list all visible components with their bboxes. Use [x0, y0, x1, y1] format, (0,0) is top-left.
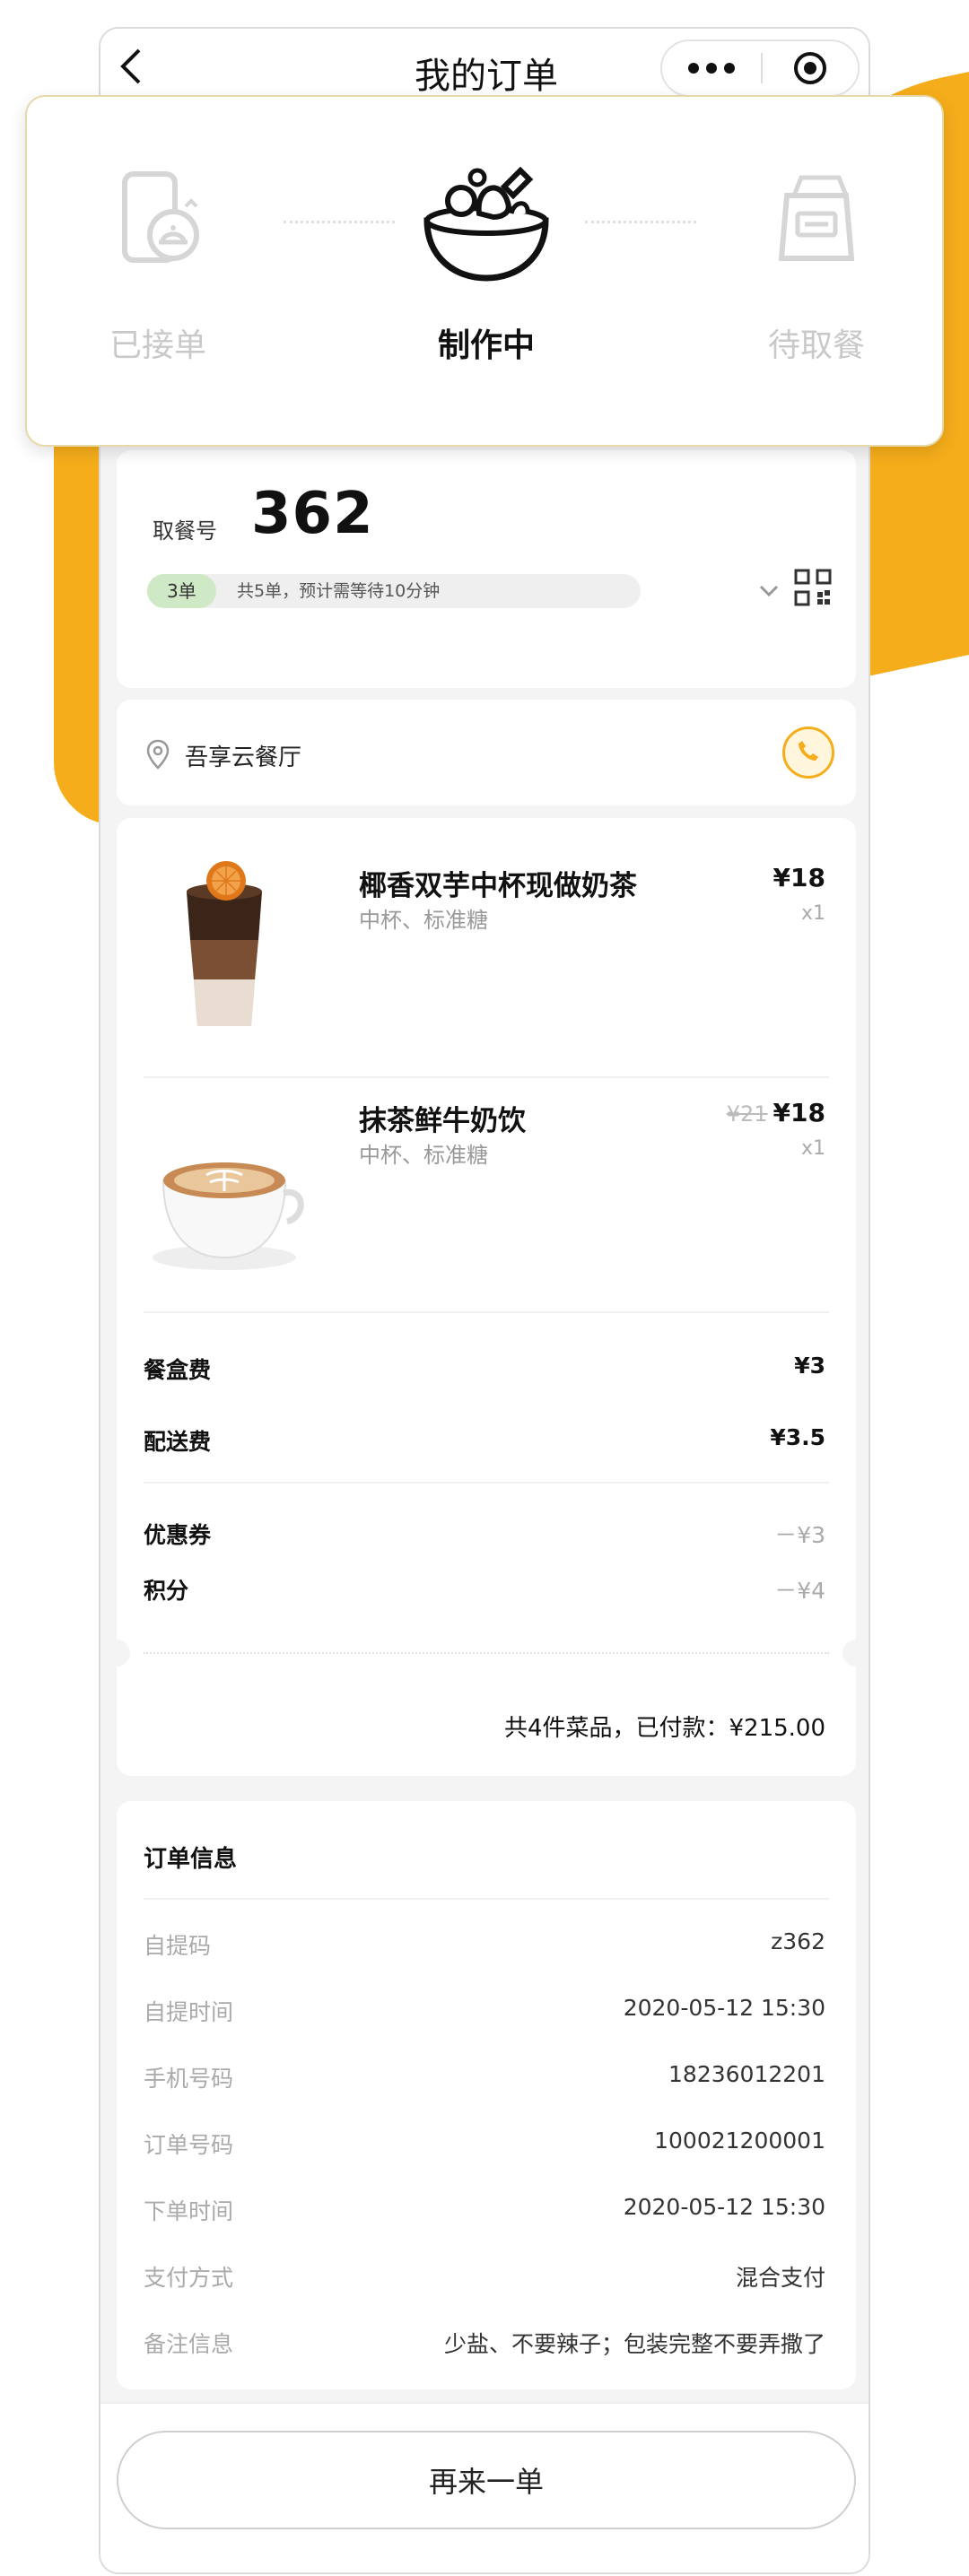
food-bowl-icon — [397, 151, 576, 285]
status-step-accepted: 已接单 — [68, 151, 248, 366]
queue-progress: 3单 共5单，预计需等待10分钟 — [147, 574, 641, 608]
item-quantity: x1 — [800, 902, 825, 925]
item-price-value: ¥18 — [773, 863, 825, 892]
info-value: z362 — [771, 1928, 825, 1954]
divider — [144, 1482, 829, 1484]
item-name: 抹茶鲜牛奶饮 — [359, 1105, 526, 1137]
status-step-ready: 待取餐 — [727, 151, 906, 366]
item-price: ¥18 — [773, 863, 825, 892]
item-spec: 中杯、标准糖 — [359, 1143, 488, 1168]
status-step-cooking: 制作中 — [397, 151, 576, 366]
screen: 我的订单 取餐号 362 3单 共5单，预计需等待10分钟 吾享云餐厅 椰香双芋… — [0, 0, 969, 2576]
fee-label: 餐盒费 — [144, 1357, 212, 1383]
fee-row-box: 餐盒费 ¥3 — [144, 1353, 825, 1388]
status-step-label: 已接单 — [109, 327, 206, 364]
info-value: 2020-05-12 15:30 — [623, 2194, 825, 2220]
info-label: 支付方式 — [144, 2265, 234, 2291]
info-row: 手机号码 18236012201 — [144, 2061, 825, 2097]
item-spec: 中杯、标准糖 — [359, 908, 488, 933]
info-row: 支付方式 混合支付 — [144, 2260, 825, 2296]
pickup-card: 取餐号 362 3单 共5单，预计需等待10分钟 — [117, 450, 856, 688]
takeaway-bag-icon — [727, 151, 906, 285]
store-name: 吾享云餐厅 — [185, 744, 302, 771]
bottom-action-bar: 再来一单 — [100, 2402, 869, 2572]
info-row: 订单号码 100021200001 — [144, 2128, 825, 2163]
status-step-label: 待取餐 — [767, 327, 865, 364]
discount-value: －¥4 — [774, 1578, 825, 1604]
matcha-latte-image — [144, 1098, 305, 1277]
queue-chip: 3单 — [147, 574, 216, 608]
order-item: 椰香双芋中杯现做奶茶 中杯、标准糖 ¥18 x1 — [117, 845, 856, 1076]
info-label: 备注信息 — [144, 2331, 234, 2357]
pickup-label: 取餐号 — [153, 518, 217, 544]
more-dots-icon[interactable] — [662, 41, 761, 95]
item-quantity: x1 — [800, 1137, 825, 1160]
fee-value: ¥3.5 — [770, 1424, 825, 1450]
order-items-card: 椰香双芋中杯现做奶茶 中杯、标准糖 ¥18 x1 抹茶鲜牛奶饮 中杯、标准糖 ¥… — [103, 818, 869, 1776]
info-row: 备注信息 少盐、不要辣子；包装完整不要弄撒了 — [144, 2327, 825, 2363]
info-row: 自提码 z362 — [144, 1928, 825, 1964]
order-status-panel: 已接单 制作中 待取餐 — [25, 95, 944, 447]
status-connector — [585, 221, 696, 223]
discount-row-points: 积分 －¥4 — [144, 1573, 825, 1609]
qr-code-icon[interactable] — [794, 569, 832, 606]
info-value: 2020-05-12 15:30 — [623, 1995, 825, 2021]
info-label: 下单时间 — [144, 2198, 234, 2224]
info-value: 混合支付 — [735, 2265, 825, 2291]
item-name: 椰香双芋中杯现做奶茶 — [359, 870, 637, 902]
info-label: 订单号码 — [144, 2132, 234, 2158]
order-total: 共4件菜品，已付款：¥215.00 — [503, 1715, 825, 1742]
chevron-down-icon[interactable] — [755, 578, 782, 605]
info-value: 100021200001 — [654, 2128, 825, 2154]
order-info-title: 订单信息 — [144, 1846, 238, 1873]
status-connector — [284, 221, 395, 223]
info-value: 18236012201 — [668, 2061, 825, 2087]
call-store-button[interactable] — [782, 727, 834, 779]
info-label: 自提时间 — [144, 1999, 234, 2025]
discount-value: －¥3 — [774, 1522, 825, 1548]
info-label: 自提码 — [144, 1933, 212, 1959]
divider — [144, 1311, 829, 1313]
phone-icon — [795, 737, 822, 768]
discount-label: 优惠券 — [144, 1522, 212, 1548]
fee-value: ¥3 — [794, 1353, 825, 1379]
info-row: 自提时间 2020-05-12 15:30 — [144, 1995, 825, 2031]
queue-text: 共5单，预计需等待10分钟 — [237, 581, 441, 601]
location-pin-icon — [145, 739, 170, 770]
divider — [144, 1076, 829, 1078]
pickup-number: 362 — [251, 481, 374, 547]
order-item: 抹茶鲜牛奶饮 中杯、标准糖 ¥21 ¥18 x1 — [117, 1080, 856, 1311]
reorder-button[interactable]: 再来一单 — [117, 2431, 856, 2529]
status-step-label: 制作中 — [437, 327, 535, 364]
milk-tea-image — [144, 854, 305, 1033]
discount-label: 积分 — [144, 1578, 189, 1604]
fee-row-delivery: 配送费 ¥3.5 — [144, 1424, 825, 1460]
fee-label: 配送费 — [144, 1429, 212, 1455]
info-label: 手机号码 — [144, 2066, 234, 2092]
dashed-divider — [144, 1652, 829, 1654]
info-row: 下单时间 2020-05-12 15:30 — [144, 2194, 825, 2230]
mini-program-capsule — [660, 39, 860, 97]
ticket-notch-right — [842, 1640, 869, 1667]
store-card: 吾享云餐厅 — [117, 700, 856, 805]
divider — [144, 1898, 829, 1900]
ticket-notch-left — [103, 1640, 130, 1667]
item-price-value: ¥18 — [773, 1098, 825, 1127]
discount-row-coupon: 优惠券 －¥3 — [144, 1518, 825, 1553]
phone-order-icon — [68, 151, 248, 285]
order-info-card: 订单信息 自提码 z362 自提时间 2020-05-12 15:30 手机号码… — [117, 1801, 856, 2389]
item-price: ¥21 ¥18 — [727, 1098, 825, 1127]
info-value: 少盐、不要辣子；包装完整不要弄撒了 — [443, 2331, 825, 2357]
target-icon[interactable] — [763, 41, 858, 95]
item-original-price: ¥21 — [726, 1101, 768, 1127]
